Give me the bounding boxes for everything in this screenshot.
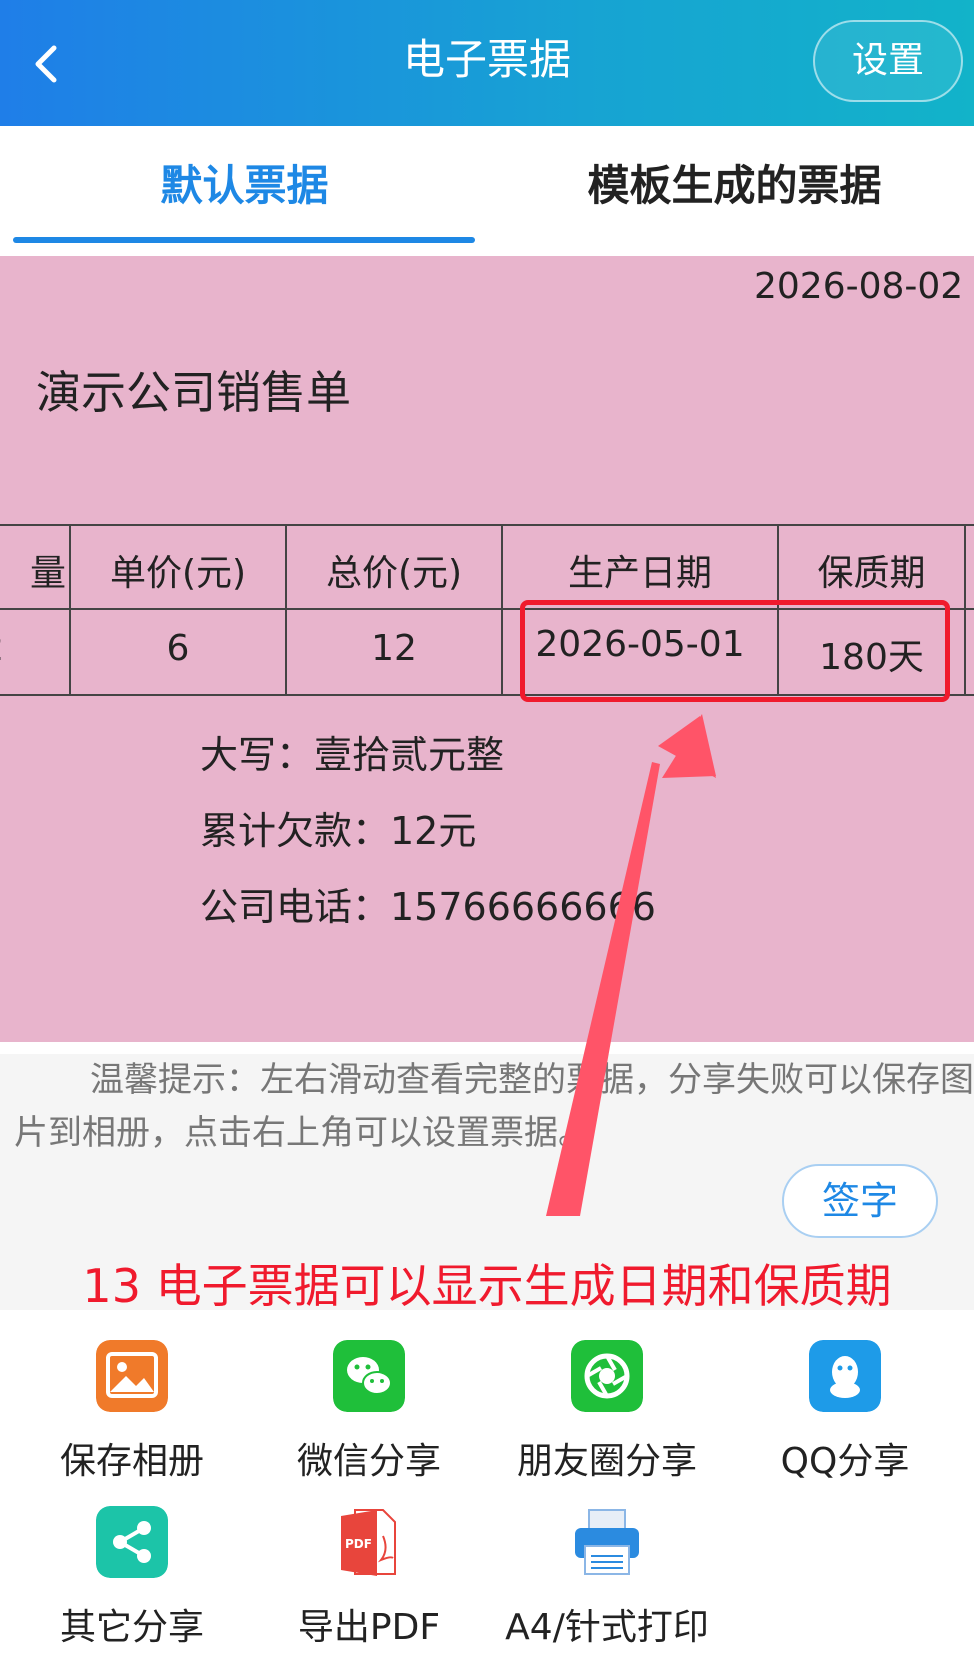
receipt-title: 演示公司销售单: [36, 366, 352, 419]
save-album-button[interactable]: 保存相册: [13, 1340, 251, 1490]
moments-icon: [571, 1340, 643, 1412]
table-header: 保质期: [817, 553, 926, 594]
table-cell: 6: [166, 628, 190, 669]
share-label: 朋友圈分享: [516, 1441, 697, 1482]
table-header: 生产日期: [567, 553, 712, 594]
company-phone: 公司电话：15766666666: [200, 885, 656, 929]
share-label: 保存相册: [59, 1441, 204, 1482]
tab-template-receipt[interactable]: 模板生成的票据: [497, 156, 972, 216]
a4-print-button[interactable]: A4/针式打印: [488, 1506, 726, 1656]
wechat-icon: [333, 1340, 405, 1412]
tab-default-receipt[interactable]: 默认票据: [14, 156, 475, 216]
tips-text: 温馨提示：左右滑动查看完整的票据，分享失败可以保存图片到相册，点击右上角可以设置…: [14, 1060, 974, 1153]
table-border: [964, 524, 966, 696]
share-panel: 保存相册 微信分享 朋友圈分享 QQ分享 其它分享 PDF 导出PDF A4/针…: [0, 1310, 974, 1670]
table-header: 量: [29, 553, 66, 594]
wechat-share-button[interactable]: 微信分享: [250, 1340, 488, 1490]
table-cell: 2: [0, 628, 70, 669]
qq-share-button[interactable]: QQ分享: [726, 1340, 964, 1490]
moments-share-button[interactable]: 朋友圈分享: [488, 1340, 726, 1490]
app-header: 电子票据 设置: [0, 0, 974, 126]
qq-icon: [809, 1340, 881, 1412]
amount-in-words: 大写：壹拾贰元整: [200, 733, 505, 777]
share-label: 微信分享: [296, 1441, 441, 1482]
table-header: 总价(元): [325, 553, 463, 594]
settings-button[interactable]: 设置: [813, 20, 963, 102]
share-label: 其它分享: [59, 1607, 204, 1648]
share-label: 导出PDF: [297, 1607, 441, 1648]
receipt-date: 2026-08-02 2: [754, 266, 974, 307]
table-cell: 12: [371, 628, 417, 669]
sign-button[interactable]: 签字: [782, 1164, 938, 1238]
other-share-button[interactable]: 其它分享: [13, 1506, 251, 1656]
table-border: [0, 524, 974, 526]
table-header: 单价(元): [109, 553, 247, 594]
share-label: A4/针式打印: [505, 1607, 709, 1648]
share-label: QQ分享: [780, 1441, 910, 1482]
export-pdf-button[interactable]: PDF 导出PDF: [250, 1506, 488, 1656]
active-tab-indicator: [13, 237, 475, 243]
album-icon: [96, 1340, 168, 1412]
annotation-caption: 13 电子票据可以显示生成日期和保质期: [82, 1259, 892, 1313]
printer-icon: [575, 1509, 639, 1575]
accumulated-debt: 累计欠款：12元: [200, 809, 477, 853]
annotation-highlight-box: [520, 600, 950, 702]
svg-text:PDF: PDF: [345, 1537, 372, 1551]
share-icon: [96, 1506, 168, 1578]
pdf-icon: PDF: [341, 1509, 396, 1576]
tab-bar: 默认票据 模板生成的票据: [0, 126, 974, 256]
